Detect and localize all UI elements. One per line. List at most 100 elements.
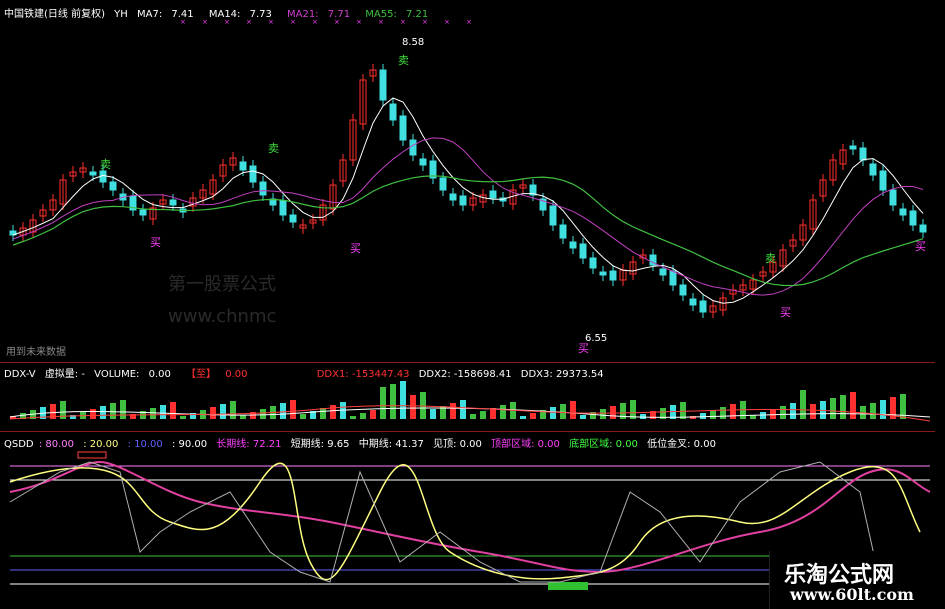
candle-body bbox=[869, 163, 877, 176]
top-marker bbox=[77, 451, 107, 459]
volume-bar bbox=[840, 395, 846, 419]
candle-body bbox=[659, 268, 667, 276]
signal-mark: × bbox=[224, 18, 230, 26]
volume-bar bbox=[870, 403, 876, 419]
volume-bar bbox=[700, 413, 706, 419]
volume-bar bbox=[810, 404, 816, 419]
candle-body bbox=[249, 165, 257, 183]
volume-bar bbox=[230, 401, 236, 419]
candle-body bbox=[559, 224, 567, 239]
volume-bar bbox=[710, 410, 716, 419]
candle-body bbox=[609, 270, 617, 281]
volume-bar bbox=[350, 416, 356, 419]
candle-body bbox=[849, 145, 857, 150]
volume-bar bbox=[640, 414, 646, 419]
volume-bar bbox=[790, 403, 796, 419]
sell-marker: 卖 bbox=[100, 158, 111, 171]
volume-bar bbox=[550, 407, 556, 419]
sell-marker: 卖 bbox=[398, 54, 409, 67]
volume-bar bbox=[100, 406, 106, 419]
volume-bar bbox=[800, 390, 806, 419]
candle-body bbox=[879, 170, 887, 191]
ma55-line bbox=[12, 175, 924, 287]
candle-body bbox=[89, 171, 97, 176]
buy-marker: 买 bbox=[150, 236, 161, 249]
candle-body bbox=[899, 208, 907, 216]
candle-body bbox=[449, 193, 457, 201]
volume-bar bbox=[180, 416, 186, 419]
candle-body bbox=[139, 209, 147, 216]
candle-body bbox=[689, 298, 697, 306]
ma7-line bbox=[12, 97, 924, 304]
signal-mark: × bbox=[246, 18, 252, 26]
volume-bar bbox=[830, 398, 836, 419]
candle-body bbox=[379, 69, 387, 101]
candle-body bbox=[569, 241, 577, 249]
volume-bar bbox=[290, 400, 296, 419]
ddx-pane[interactable]: DDX-V 虚拟量: - VOLUME: 0.00 【至】 0.00 DDX1:… bbox=[0, 363, 935, 431]
buy-marker: 买 bbox=[780, 306, 791, 319]
volume-bar bbox=[780, 406, 786, 419]
candle-body bbox=[919, 224, 927, 233]
volume-bar bbox=[460, 400, 466, 419]
candle-body bbox=[279, 200, 287, 216]
volume-bar bbox=[360, 413, 366, 419]
volume-bar bbox=[330, 405, 336, 419]
candle-body bbox=[409, 139, 417, 156]
volume-bar bbox=[280, 403, 286, 419]
volume-bar bbox=[570, 401, 576, 419]
candle-body bbox=[909, 210, 917, 226]
bottom-zone-bar bbox=[548, 582, 588, 590]
volume-bar bbox=[120, 400, 126, 419]
volume-bar bbox=[600, 409, 606, 419]
volume-bar bbox=[530, 413, 536, 419]
signal-mark: × bbox=[466, 18, 472, 26]
volume-bar bbox=[150, 408, 156, 419]
volume-bar bbox=[500, 405, 506, 419]
candle-body bbox=[239, 161, 247, 171]
brand-url: www.60lt.com bbox=[790, 585, 914, 604]
candle-body bbox=[389, 103, 397, 121]
volume-bar bbox=[450, 403, 456, 419]
volume-bar bbox=[300, 414, 306, 419]
candle-body bbox=[109, 181, 117, 191]
volume-bar bbox=[110, 403, 116, 419]
volume-bar bbox=[90, 409, 96, 419]
volume-bar bbox=[480, 411, 486, 419]
volume-bar bbox=[560, 404, 566, 419]
candle-body bbox=[889, 189, 897, 206]
candle-body bbox=[599, 271, 607, 276]
signal-mark: × bbox=[312, 18, 318, 26]
signal-mark: × bbox=[378, 18, 384, 26]
volume-bar bbox=[370, 410, 376, 419]
volume-bar bbox=[390, 384, 396, 419]
signal-mark: × bbox=[356, 18, 362, 26]
signal-mark: × bbox=[268, 18, 274, 26]
volume-bar bbox=[160, 405, 166, 419]
volume-bar bbox=[850, 392, 856, 419]
volume-bar bbox=[770, 409, 776, 419]
volume-bar bbox=[880, 400, 886, 419]
candle-body bbox=[669, 270, 677, 286]
volume-bar bbox=[580, 415, 586, 419]
buy-marker: 买 bbox=[578, 342, 589, 355]
volume-bar bbox=[220, 404, 226, 419]
volume-bar bbox=[730, 404, 736, 419]
price-pane[interactable]: 中国铁建(日线 前复权) YH MA7: 7.41 MA14: 7.73 MA2… bbox=[0, 0, 935, 362]
candle-body bbox=[589, 257, 597, 269]
candle-body bbox=[419, 158, 427, 166]
buy-marker: 买 bbox=[915, 240, 926, 253]
candle-body bbox=[459, 195, 467, 206]
volume-bar bbox=[680, 402, 686, 419]
sell-marker: 卖 bbox=[268, 142, 279, 155]
signal-mark: × bbox=[422, 18, 428, 26]
volume-bar bbox=[720, 407, 726, 419]
volume-bar bbox=[610, 406, 616, 419]
volume-bar bbox=[520, 416, 526, 419]
signal-mark: × bbox=[444, 18, 450, 26]
candle-body bbox=[439, 177, 447, 191]
volume-bar bbox=[210, 407, 216, 419]
volume-bar bbox=[380, 387, 386, 419]
candle-body bbox=[699, 300, 707, 313]
candle-body bbox=[259, 181, 267, 196]
